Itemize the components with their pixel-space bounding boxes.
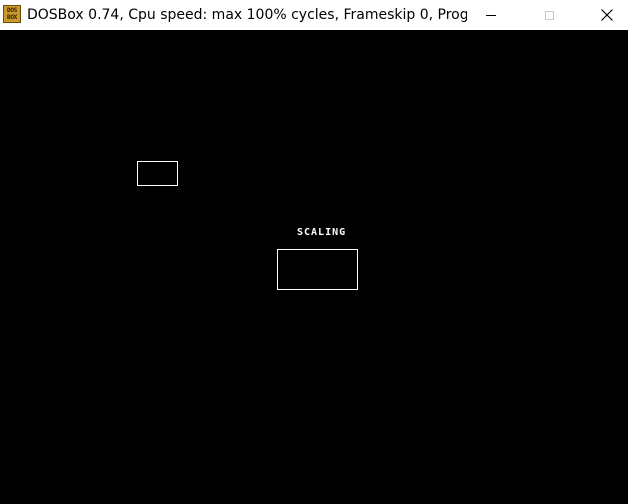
maximize-button[interactable]	[526, 0, 572, 30]
minimize-icon	[486, 14, 496, 16]
title-bar[interactable]: DOS BOX DOSBox 0.74, Cpu speed: max 100%…	[0, 0, 628, 30]
close-icon	[601, 9, 613, 21]
icon-text-bottom: BOX	[7, 14, 17, 21]
scaling-label: SCALING	[297, 227, 347, 238]
small-rectangle-outline	[137, 161, 178, 186]
dos-screen[interactable]: SCALING	[0, 30, 628, 504]
dosbox-icon[interactable]: DOS BOX	[3, 5, 21, 23]
dosbox-window: DOS BOX DOSBox 0.74, Cpu speed: max 100%…	[0, 0, 628, 504]
icon-text-top: DOS	[7, 7, 17, 14]
maximize-icon	[544, 10, 554, 20]
window-title: DOSBox 0.74, Cpu speed: max 100% cycles,…	[27, 7, 467, 23]
minimize-button[interactable]	[468, 0, 514, 30]
large-rectangle-outline	[277, 249, 358, 290]
close-button[interactable]	[584, 0, 628, 30]
